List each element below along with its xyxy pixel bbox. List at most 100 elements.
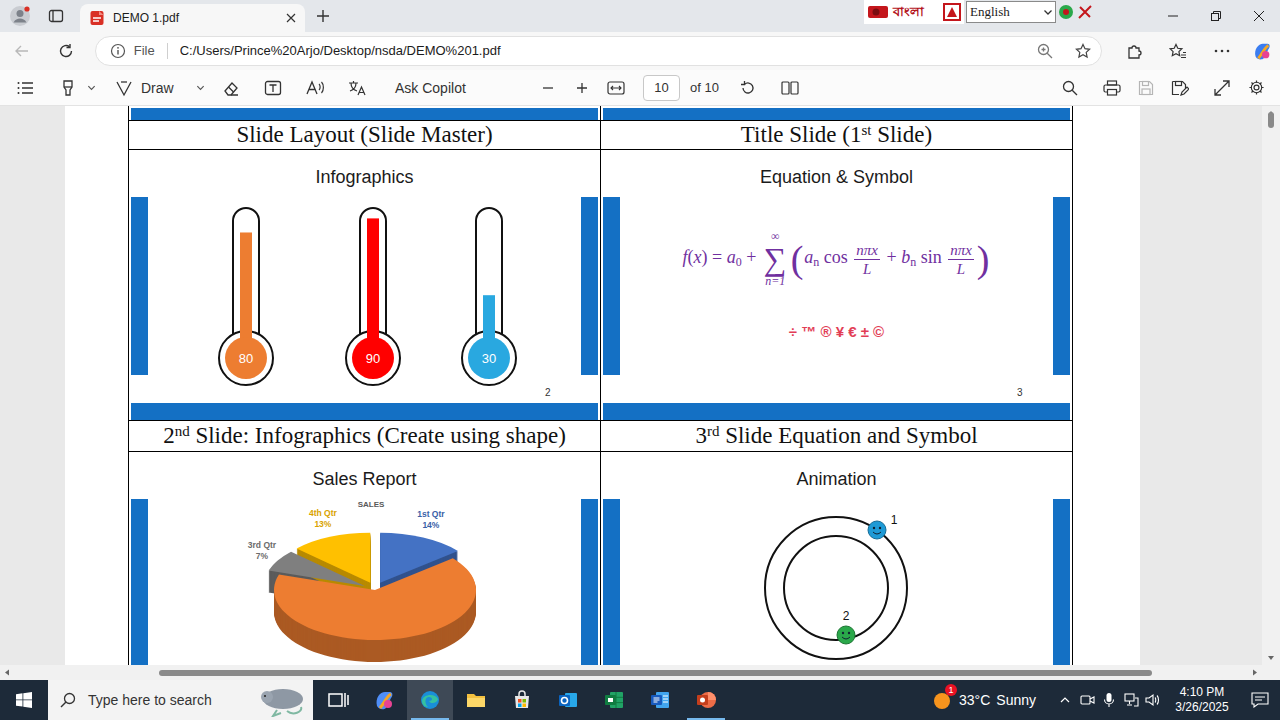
microphone-button[interactable] [1098,680,1120,720]
print-button[interactable] [1090,70,1134,105]
globe-icon [1058,4,1074,20]
save-icon [1138,80,1154,96]
new-tab-button[interactable] [305,0,341,32]
taskbar-app[interactable] [453,680,499,720]
taskbar-search[interactable]: Type here to search [48,680,313,720]
puzzle-icon [1126,43,1143,60]
weather-widget[interactable]: 1 33°C Sunny [931,680,1036,720]
taskbar-app[interactable] [591,680,637,720]
profile-button[interactable] [0,0,40,32]
browser-tab[interactable]: DEMO 1.pdf [80,4,305,32]
close-icon[interactable] [286,13,296,23]
network-button[interactable] [1120,680,1142,720]
translate-button[interactable] [336,70,378,105]
caption-cell: 3rd Slide Equation and Symbol [600,421,1073,451]
favorite-star-icon[interactable] [1075,43,1091,59]
slide-footer-bar [131,403,598,420]
copilot-button[interactable] [1244,35,1280,67]
taskbar-app[interactable] [683,680,729,720]
taskbar-app[interactable] [315,680,361,720]
equation-variable: x [694,247,702,267]
rotate-button[interactable] [731,70,765,105]
ask-copilot-button[interactable]: Ask Copilot [395,79,466,97]
contents-button[interactable] [0,70,50,105]
refresh-button[interactable] [44,35,88,67]
slide-caption: Slide Layout (Slide Master) [236,122,492,148]
pdf-viewport[interactable]: Slide Layout (Slide Master)Title Slide (… [0,106,1262,665]
taskbar-app[interactable] [545,680,591,720]
close-button[interactable] [1237,0,1280,32]
clock-time: 4:10 PM [1180,685,1225,700]
fraction-numerator: nπx [948,241,974,260]
smiley-mouth [873,532,881,534]
equation-variable: a [804,247,813,267]
horizontal-scroll-thumb[interactable] [159,670,1152,676]
thermometer-bulb-fill [225,337,267,379]
read-aloud-button[interactable] [294,70,336,105]
keyboard-extra-icons[interactable] [1056,1,1094,23]
more-button[interactable] [1200,35,1244,67]
zoom-out-button[interactable] [531,70,565,105]
erase-button[interactable] [210,70,252,105]
address-field[interactable]: File C:/Users/Prince%20Arjo/Desktop/nsda… [95,36,1103,66]
save-as-button[interactable] [1158,70,1202,105]
keyboard-layout-select[interactable]: English [966,1,1056,23]
settings-button[interactable] [1242,70,1270,105]
notifications-button[interactable] [1240,680,1280,720]
page-view-button[interactable] [773,70,807,105]
draw-button[interactable]: Draw [115,70,210,105]
dot-label: 2 [843,609,850,623]
favorites-button[interactable] [1156,35,1200,67]
taskbar-app[interactable] [361,680,407,720]
sum-upper: ∞ [771,230,780,243]
weather-condition: Sunny [996,691,1036,709]
find-button[interactable] [1050,70,1090,105]
tab-list: DEMO 1.pdf [80,4,305,32]
equation-text: cos [819,247,852,267]
weather-badge: 1 [945,684,957,696]
keyboard-language-button[interactable]: বাংলা [864,0,964,24]
zoom-in-button[interactable] [565,70,599,105]
save-as-icon [1171,80,1189,96]
slide-side-bar [131,197,148,375]
restore-button[interactable] [1194,0,1237,32]
smiley-dot [868,521,886,539]
thermometer-fill [367,218,379,350]
slide-cell: Equation & Symbolf(x) = a0 + ∞∑n=1(an co… [600,150,1073,420]
horizontal-scrollbar[interactable] [0,665,1262,680]
vertical-scrollbar[interactable] [1262,106,1280,665]
fit-page-button[interactable] [599,70,633,105]
keyboard-language: বাংলা [893,4,924,20]
minimize-button[interactable] [1151,0,1194,32]
equation-text: + [742,247,761,267]
tab-actions-button[interactable] [40,0,72,32]
close-icon [1254,11,1264,21]
volume-button[interactable] [1142,680,1164,720]
scroll-left-icon[interactable] [0,665,15,680]
tool-icon [1077,4,1093,20]
pie-label: 1st Qtr [417,509,445,519]
gear-icon [1248,79,1265,96]
taskbar-app[interactable] [637,680,683,720]
page-number-field[interactable]: 10 [643,75,680,101]
full-screen-button[interactable] [1202,70,1242,105]
clock[interactable]: 4:10 PM 3/26/2025 [1164,680,1240,720]
vertical-scroll-thumb[interactable] [1268,112,1274,128]
text-box-button[interactable] [252,70,294,105]
tray-overflow-button[interactable] [1054,680,1076,720]
start-button[interactable] [0,680,48,720]
meet-now-button[interactable] [1076,680,1098,720]
highlight-button[interactable] [50,70,105,105]
plus-icon [576,82,588,94]
taskbar-app[interactable] [499,680,545,720]
fraction-denominator: L [957,260,965,278]
save-button[interactable] [1134,70,1158,105]
excel-icon [602,688,626,712]
scroll-down-icon[interactable] [1262,651,1280,665]
address-scheme: File [134,43,155,59]
taskbar-app[interactable] [407,680,453,720]
zoom-icon[interactable] [1037,43,1053,59]
scroll-right-icon[interactable] [1247,665,1262,680]
back-button[interactable] [0,35,44,67]
extensions-button[interactable] [1112,35,1156,67]
